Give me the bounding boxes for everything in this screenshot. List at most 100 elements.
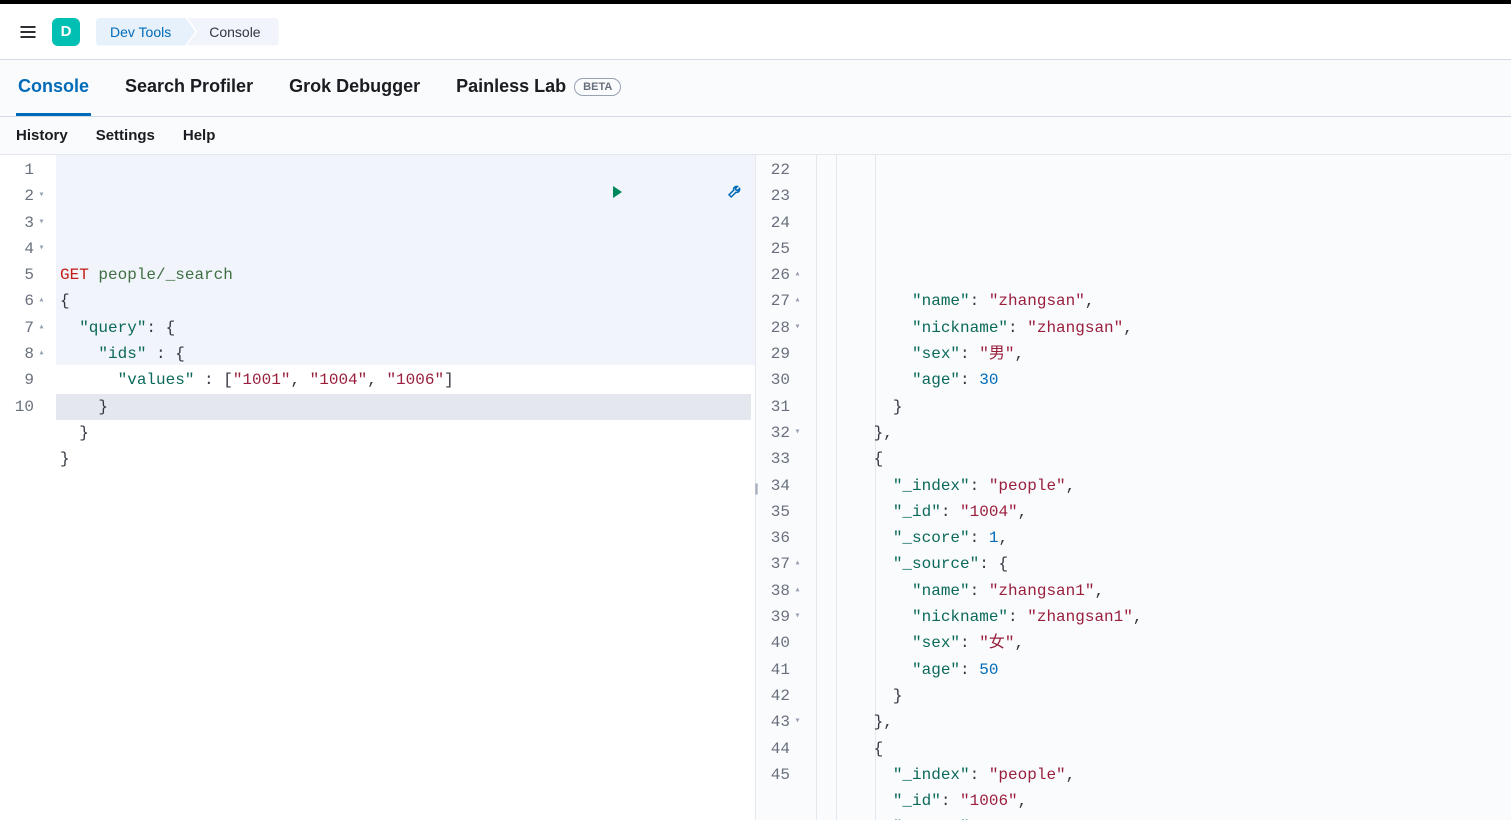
code-line[interactable]: "_score": 1, <box>812 525 1507 551</box>
breadcrumb-console[interactable]: Console <box>187 18 278 46</box>
tab-painless-lab[interactable]: Painless LabBETA <box>454 60 623 116</box>
tab-grok-debugger[interactable]: Grok Debugger <box>287 60 422 116</box>
fold-toggle-icon[interactable]: ▴ <box>793 578 802 604</box>
fold-toggle-icon[interactable]: ▾ <box>37 183 46 209</box>
pane-resize-handle[interactable]: || <box>749 476 763 500</box>
request-code[interactable]: GET people/_search{ "query": { "ids" : {… <box>56 155 755 820</box>
line-number: 9 <box>14 367 46 393</box>
code-line[interactable]: "sex": "女", <box>812 630 1507 656</box>
line-number: 28▾ <box>770 315 802 341</box>
code-line[interactable]: } <box>812 394 1507 420</box>
fold-toggle-icon[interactable]: ▴ <box>793 288 802 314</box>
code-line[interactable]: "_id": "1004", <box>812 499 1507 525</box>
code-line[interactable]: { <box>56 288 751 314</box>
code-line[interactable]: "query": { <box>56 315 751 341</box>
response-gutter: 2223242526▴27▴28▾29303132▾3334353637▴38▴… <box>756 155 812 820</box>
fold-toggle-icon[interactable]: ▾ <box>37 236 46 262</box>
line-number: 7▴ <box>14 315 46 341</box>
line-number: 37▴ <box>770 551 802 577</box>
line-number: 43▾ <box>770 709 802 735</box>
line-number: 40 <box>770 630 802 656</box>
wrench-icon[interactable] <box>631 157 743 236</box>
subtab-help[interactable]: Help <box>183 127 216 144</box>
fold-toggle-icon[interactable]: ▴ <box>37 341 46 367</box>
line-number: 1 <box>14 157 46 183</box>
tab-console[interactable]: Console <box>16 60 91 116</box>
request-gutter: 12▾3▾4▾56▴7▴8▴910 <box>0 155 56 820</box>
code-line[interactable]: "nickname": "zhangsan1", <box>812 604 1507 630</box>
editor-area: 12▾3▾4▾56▴7▴8▴910 GET people/_search{ "q… <box>0 155 1511 820</box>
code-line[interactable]: } <box>812 683 1507 709</box>
line-number: 4▾ <box>14 236 46 262</box>
line-number: 35 <box>770 499 802 525</box>
run-icon[interactable] <box>513 157 625 236</box>
code-line[interactable] <box>56 473 751 499</box>
header-bar: D Dev Tools Console <box>0 4 1511 60</box>
request-pane[interactable]: 12▾3▾4▾56▴7▴8▴910 GET people/_search{ "q… <box>0 155 755 820</box>
line-number: 39▾ <box>770 604 802 630</box>
breadcrumb: Dev Tools Console <box>96 18 279 46</box>
fold-toggle-icon[interactable]: ▾ <box>793 709 802 735</box>
line-number: 36 <box>770 525 802 551</box>
line-number: 34 <box>770 473 802 499</box>
breadcrumb-dev-tools[interactable]: Dev Tools <box>96 18 195 46</box>
line-number: 31 <box>770 394 802 420</box>
code-line[interactable]: "ids" : { <box>56 341 751 367</box>
line-number: 10 <box>14 394 46 420</box>
fold-toggle-icon[interactable]: ▴ <box>793 551 802 577</box>
response-pane[interactable]: 2223242526▴27▴28▾29303132▾3334353637▴38▴… <box>755 155 1511 820</box>
code-line[interactable]: "_index": "people", <box>812 762 1507 788</box>
code-line[interactable]: } <box>56 420 751 446</box>
line-number: 44 <box>770 736 802 762</box>
fold-toggle-icon[interactable]: ▴ <box>37 315 46 341</box>
request-action-icons <box>513 157 743 236</box>
fold-toggle-icon[interactable]: ▾ <box>793 420 802 446</box>
code-line[interactable]: "values" : ["1001", "1004", "1006"] <box>56 367 751 393</box>
line-number: 5 <box>14 262 46 288</box>
code-line[interactable]: "_id": "1006", <box>812 788 1507 814</box>
code-line[interactable]: { <box>812 736 1507 762</box>
app-icon[interactable]: D <box>52 18 80 46</box>
code-line[interactable] <box>56 499 751 525</box>
line-number: 26▴ <box>770 262 802 288</box>
code-line[interactable]: "nickname": "zhangsan", <box>812 315 1507 341</box>
tab-search-profiler[interactable]: Search Profiler <box>123 60 255 116</box>
line-number: 33 <box>770 446 802 472</box>
tabs-bar: Console Search Profiler Grok Debugger Painl… <box>0 60 1511 117</box>
line-number: 38▴ <box>770 578 802 604</box>
code-line[interactable]: "age": 30 <box>812 367 1507 393</box>
fold-toggle-icon[interactable]: ▾ <box>793 604 802 630</box>
fold-toggle-icon[interactable]: ▾ <box>37 210 46 236</box>
fold-toggle-icon[interactable]: ▾ <box>793 315 802 341</box>
code-line[interactable]: "sex": "男", <box>812 341 1507 367</box>
line-number: 8▴ <box>14 341 46 367</box>
beta-badge: BETA <box>574 78 621 96</box>
code-line[interactable]: } <box>56 446 751 472</box>
code-line[interactable]: "age": 50 <box>812 657 1507 683</box>
code-line[interactable]: { <box>812 446 1507 472</box>
code-line[interactable]: } <box>56 394 751 420</box>
code-line[interactable]: "name": "zhangsan1", <box>812 578 1507 604</box>
line-number: 27▴ <box>770 288 802 314</box>
code-line[interactable]: "_index": "people", <box>812 473 1507 499</box>
line-number: 41 <box>770 657 802 683</box>
code-line[interactable]: }, <box>812 420 1507 446</box>
line-number: 25 <box>770 236 802 262</box>
code-line[interactable]: "_source": { <box>812 551 1507 577</box>
code-line[interactable]: GET people/_search <box>56 262 751 288</box>
line-number: 30 <box>770 367 802 393</box>
menu-icon[interactable] <box>12 16 44 48</box>
subtabs-bar: History Settings Help <box>0 117 1511 155</box>
subtab-settings[interactable]: Settings <box>96 127 155 144</box>
fold-toggle-icon[interactable]: ▴ <box>37 288 46 314</box>
line-number: 29 <box>770 341 802 367</box>
code-line[interactable]: "_score": 1, <box>812 814 1507 820</box>
line-number: 42 <box>770 683 802 709</box>
fold-toggle-icon[interactable]: ▴ <box>793 262 802 288</box>
code-line[interactable]: "name": "zhangsan", <box>812 288 1507 314</box>
line-number: 32▾ <box>770 420 802 446</box>
line-number: 3▾ <box>14 210 46 236</box>
line-number: 23 <box>770 183 802 209</box>
subtab-history[interactable]: History <box>16 127 68 144</box>
code-line[interactable]: }, <box>812 709 1507 735</box>
